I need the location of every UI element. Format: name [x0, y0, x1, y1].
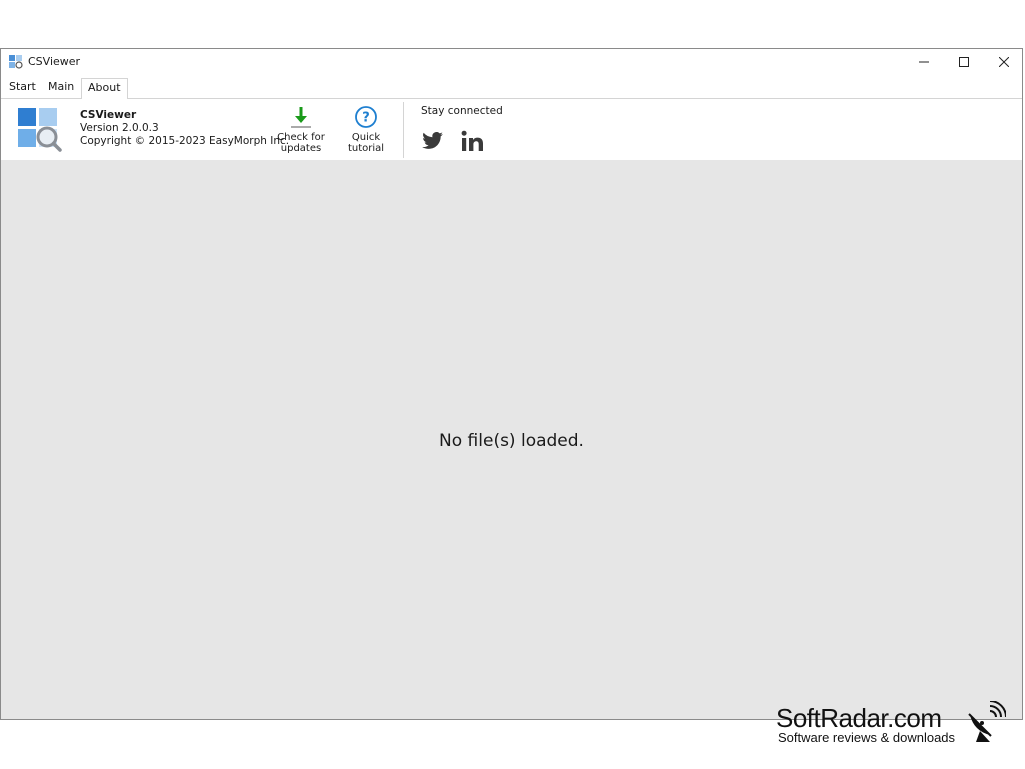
maximize-button[interactable] [944, 49, 984, 75]
app-info: CSViewer Version 2.0.0.3 Copyright © 201… [80, 109, 289, 148]
quick-tutorial-label-1: Quick [351, 132, 381, 143]
help-icon: ? [355, 106, 377, 128]
window-title: CSViewer [28, 55, 81, 68]
minimize-button[interactable] [904, 49, 944, 75]
minimize-icon [919, 61, 929, 63]
ribbon-tabs: Start Main About [1, 75, 1022, 100]
download-arrow-icon [291, 107, 311, 128]
softradar-watermark: SoftRadar.com Software reviews & downloa… [776, 701, 1016, 747]
quick-tutorial-label-2: tutorial [347, 143, 385, 154]
check-updates-label-2: updates [280, 143, 322, 154]
close-icon [999, 57, 1009, 67]
title-bar[interactable]: CSViewer [1, 49, 1022, 75]
app-copyright: Copyright © 2015-2023 EasyMorph Inc. [80, 135, 290, 147]
tab-main[interactable]: Main [42, 78, 80, 99]
app-version: Version 2.0.0.3 [80, 122, 159, 134]
svg-text:?: ? [362, 111, 370, 126]
check-updates-label-1: Check for [277, 132, 325, 143]
app-window: CSViewer Start Main About CSViewer Versi… [0, 48, 1023, 720]
stay-connected-label: Stay connected [421, 105, 503, 117]
twitter-icon [422, 132, 443, 149]
watermark-subtitle: Software reviews & downloads [778, 730, 956, 745]
satellite-dish-icon [968, 701, 1006, 742]
check-for-updates-button[interactable]: Check for updates [272, 103, 330, 157]
twitter-link[interactable] [420, 129, 446, 153]
empty-state-message: No file(s) loaded. [439, 431, 584, 451]
app-name: CSViewer [80, 109, 137, 121]
app-icon [9, 55, 23, 69]
linkedin-link[interactable] [460, 129, 486, 153]
app-logo [18, 108, 62, 152]
maximize-icon [959, 57, 969, 67]
close-button[interactable] [984, 49, 1022, 75]
tab-start[interactable]: Start [3, 78, 42, 99]
ribbon-divider [403, 102, 404, 158]
tab-about[interactable]: About [81, 78, 128, 100]
linkedin-icon [461, 130, 483, 151]
about-ribbon: CSViewer Version 2.0.0.3 Copyright © 201… [1, 99, 1022, 161]
file-content-area[interactable]: No file(s) loaded. [1, 161, 1022, 719]
quick-tutorial-button[interactable]: ? Quick tutorial [337, 103, 395, 157]
